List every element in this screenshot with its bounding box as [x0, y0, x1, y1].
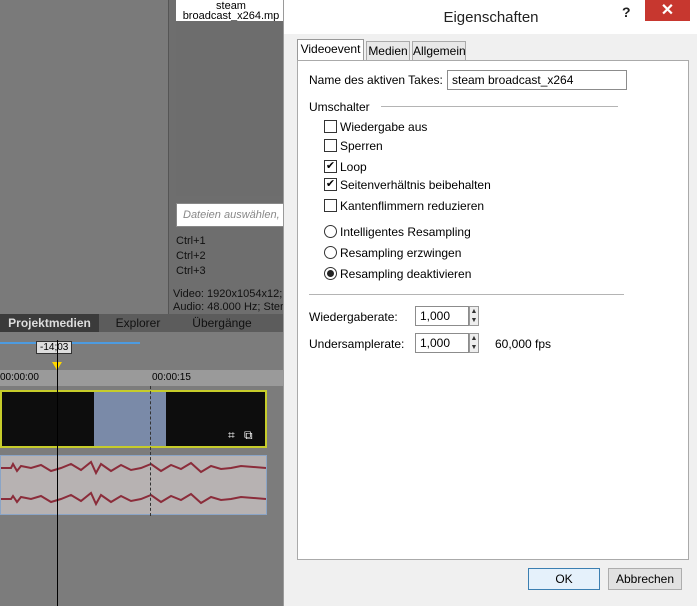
video-event-highlight	[94, 392, 166, 446]
checkbox-reduce-flicker-label[interactable]: Kantenflimmern reduzieren	[340, 199, 484, 213]
media-info-video: Video: 1920x1054x12;	[173, 288, 283, 300]
media-search-input[interactable]: Dateien auswählen, u	[176, 203, 286, 227]
take-name-input[interactable]: steam broadcast_x264	[447, 70, 627, 90]
shortcut-item: Ctrl+1	[176, 235, 206, 247]
crop-icon[interactable]: ⌗	[228, 428, 235, 443]
radio-smart-resample[interactable]	[324, 225, 337, 238]
undersample-input[interactable]: 1,000	[415, 333, 469, 353]
media-thumbnail-area	[176, 0, 286, 196]
checkbox-playback-off[interactable]	[324, 120, 337, 133]
close-button[interactable]: ✕	[645, 0, 690, 21]
shortcut-item: Ctrl+2	[176, 250, 206, 262]
help-icon[interactable]: ?	[622, 4, 631, 20]
undersample-spinner[interactable]: ▲ ▼	[469, 333, 479, 353]
radio-force-resample-label[interactable]: Resampling erzwingen	[340, 246, 461, 260]
audio-event[interactable]	[0, 455, 267, 515]
tab-videoevent[interactable]: Videoevent	[297, 39, 364, 61]
tab-medien[interactable]: Medien	[366, 41, 410, 60]
ruler-label-mid: 00:00:15	[152, 372, 191, 383]
checkbox-lock-label[interactable]: Sperren	[340, 139, 383, 153]
take-name-label: Name des aktiven Takes:	[309, 73, 443, 87]
playhead-line[interactable]	[57, 340, 58, 606]
audio-waveform	[1, 460, 266, 507]
panel-tabs: Projektmedien Explorer Übergänge	[0, 314, 285, 332]
playback-rate-input[interactable]: 1,000	[415, 306, 469, 326]
timeline-ruler[interactable]: 00:00:00 00:00:15	[0, 370, 285, 386]
thumbnail-label-line1: steam	[216, 0, 246, 12]
tab-explorer[interactable]: Explorer	[100, 314, 176, 332]
checkbox-loop[interactable]: ✔	[324, 160, 337, 173]
checkbox-keep-aspect[interactable]: ✔	[324, 178, 337, 191]
shortcut-item: Ctrl+3	[176, 265, 206, 277]
switches-divider	[381, 106, 618, 107]
media-thumbnail-label[interactable]: steam broadcast_x264.mp	[176, 0, 286, 21]
radio-disable-resample-label[interactable]: Resampling deaktivieren	[340, 267, 471, 281]
project-media-panel	[0, 0, 169, 314]
shortcut-list: Ctrl+1 Ctrl+2 Ctrl+3	[176, 234, 286, 279]
position-label: -14;03	[36, 341, 73, 354]
event-fx-icon[interactable]: ⧉	[244, 428, 253, 443]
media-info-audio: Audio: 48.000 Hz; Ster	[173, 301, 284, 313]
tab-project-media[interactable]: Projektmedien	[0, 314, 99, 332]
ok-button[interactable]: OK	[528, 568, 600, 590]
ruler-label-start: 00:00:00	[0, 372, 39, 383]
rates-divider	[309, 294, 624, 295]
media-info: Video: 1920x1054x12; Audio: 48.000 Hz; S…	[173, 288, 288, 314]
cursor-guide	[150, 386, 151, 516]
cancel-button[interactable]: Abbrechen	[608, 568, 682, 590]
radio-smart-resample-label[interactable]: Intelligentes Resampling	[340, 225, 471, 239]
tab-transitions[interactable]: Übergänge	[178, 314, 266, 332]
checkbox-loop-label[interactable]: Loop	[340, 160, 367, 174]
playback-rate-label: Wiedergaberate:	[309, 310, 398, 324]
checkbox-playback-off-label[interactable]: Wiedergabe aus	[340, 120, 427, 134]
dialog-title: Eigenschaften	[443, 9, 539, 26]
thumbnail-label-line2: broadcast_x264.mp	[182, 11, 280, 21]
playback-rate-spinner[interactable]: ▲ ▼	[469, 306, 479, 326]
checkbox-reduce-flicker[interactable]	[324, 199, 337, 212]
radio-force-resample[interactable]	[324, 246, 337, 259]
switches-label: Umschalter	[309, 100, 370, 114]
undersample-label: Undersamplerate:	[309, 337, 405, 351]
tab-allgemein[interactable]: Allgemein	[412, 41, 466, 60]
radio-disable-resample[interactable]	[324, 267, 337, 280]
fps-label: 60,000 fps	[495, 337, 552, 351]
checkbox-lock[interactable]	[324, 139, 337, 152]
checkbox-keep-aspect-label[interactable]: Seitenverhältnis beibehalten	[340, 178, 491, 192]
properties-dialog: Eigenschaften ? ✕ Videoevent Medien Allg…	[283, 0, 697, 606]
